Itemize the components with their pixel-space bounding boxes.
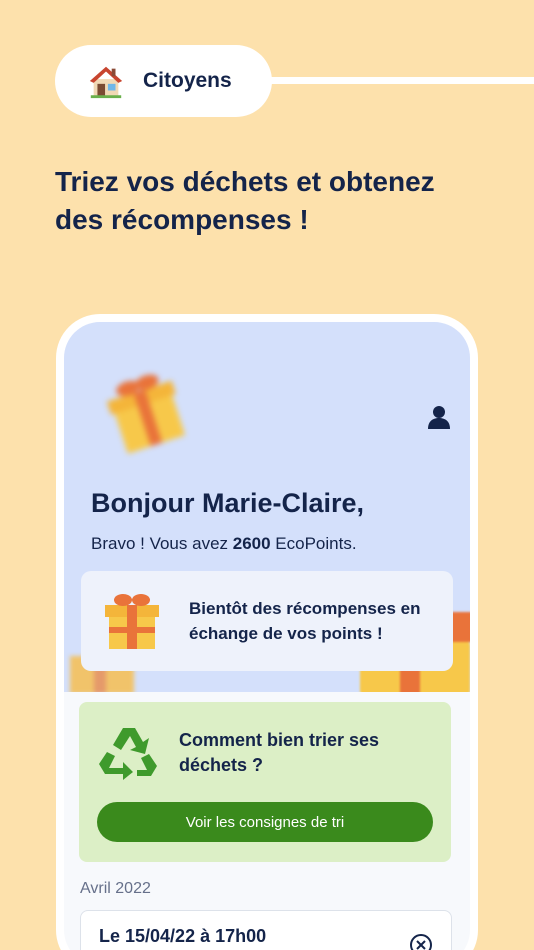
sorting-card-title: Comment bien trier ses déchets ? bbox=[179, 730, 380, 775]
user-profile-icon[interactable] bbox=[426, 404, 452, 430]
phone-mockup: Bonjour Marie-Claire, Bravo ! Vous avez … bbox=[56, 314, 478, 950]
house-icon bbox=[89, 66, 123, 99]
app-screen: Bonjour Marie-Claire, Bravo ! Vous avez … bbox=[64, 322, 470, 950]
greeting-title: Bonjour Marie-Claire, bbox=[91, 488, 365, 518]
close-icon[interactable] bbox=[409, 933, 433, 950]
event-date: Le 15/04/22 à 17h00 bbox=[99, 926, 267, 946]
recycle-icon bbox=[99, 728, 157, 780]
gift-icon bbox=[105, 594, 159, 649]
points-summary: Bravo ! Vous avez 2600 EcoPoints. bbox=[91, 534, 357, 554]
gift-icon bbox=[106, 374, 186, 454]
view-sorting-instructions-button[interactable]: Voir les consignes de tri bbox=[97, 802, 433, 842]
event-card[interactable]: Le 15/04/22 à 17h00 bbox=[80, 910, 452, 950]
points-prefix: Bravo ! Vous avez bbox=[91, 534, 233, 553]
reward-card[interactable]: Bientôt des récompenses en échange de vo… bbox=[81, 571, 453, 671]
points-suffix: EcoPoints. bbox=[270, 534, 357, 553]
points-value: 2600 bbox=[232, 534, 271, 553]
page-headline: Triez vos déchets et obtenez des récompe… bbox=[55, 166, 435, 235]
sorting-card: Comment bien trier ses déchets ? Voir le… bbox=[79, 702, 451, 862]
hero-section: Bonjour Marie-Claire, Bravo ! Vous avez … bbox=[64, 322, 470, 692]
reward-card-text: Bientôt des récompenses en échange de vo… bbox=[189, 599, 421, 643]
badge-label: Citoyens bbox=[143, 69, 232, 92]
month-label: Avril 2022 bbox=[80, 880, 151, 897]
category-badge: Citoyens bbox=[55, 45, 272, 117]
decorative-line bbox=[250, 77, 534, 84]
